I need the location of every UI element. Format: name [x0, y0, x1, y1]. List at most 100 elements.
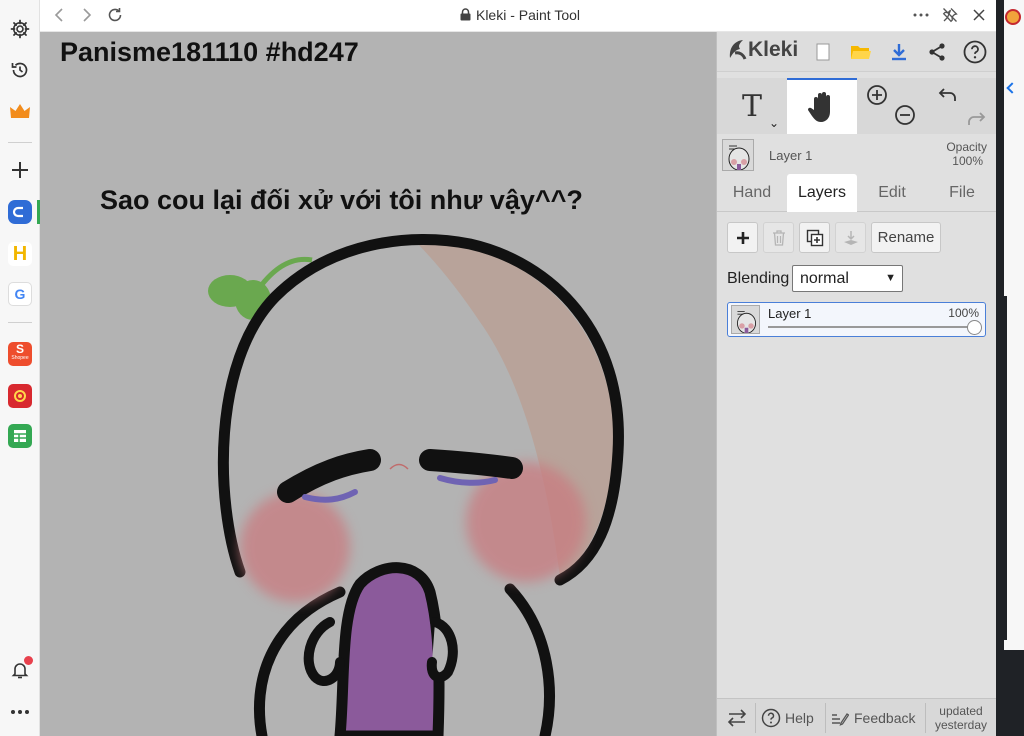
eye-right — [419, 449, 523, 479]
duplicate-icon — [806, 229, 823, 246]
tab-layers[interactable]: Layers — [787, 174, 857, 212]
opacity-value: 100% — [952, 154, 983, 168]
tool-row: T ⌄ — [717, 78, 997, 134]
window-title: Kleki - Paint Tool — [40, 7, 1000, 24]
add-layer-button[interactable] — [727, 222, 758, 253]
panel-footer: Help Feedback updated yesterday — [717, 698, 997, 736]
tab-file[interactable]: File — [927, 174, 997, 212]
sidebar-divider — [8, 322, 32, 323]
opacity-label: Opacity — [946, 140, 987, 154]
duplicate-layer-button[interactable] — [799, 222, 830, 253]
updated-status[interactable]: updated yesterday — [927, 704, 995, 732]
layer-opacity-slider-handle[interactable] — [966, 320, 982, 335]
help-circle-icon[interactable] — [961, 38, 989, 66]
blending-mode-select[interactable]: normal ▼ — [792, 265, 903, 292]
layer-preview-thumbnail[interactable] — [722, 139, 754, 171]
layer-opacity-value: 100% — [948, 306, 979, 320]
help-button[interactable]: Help — [761, 699, 814, 736]
delete-layer-button[interactable] — [763, 222, 794, 253]
layer-thumbnail — [731, 305, 760, 334]
drawing-canvas[interactable]: Panisme181110 #hd247 Sao cou lại đối xử … — [40, 32, 716, 736]
text-tool-icon: T — [741, 88, 762, 124]
more-options-icon[interactable] — [909, 4, 933, 26]
zoom-controls — [862, 82, 922, 130]
tab-edit[interactable]: Edit — [857, 174, 927, 212]
unpin-icon[interactable] — [938, 4, 962, 26]
gear-icon[interactable] — [6, 15, 34, 43]
kleki-logo-icon — [729, 40, 747, 60]
bell-icon[interactable] — [6, 656, 34, 684]
more-icon[interactable] — [6, 698, 34, 726]
merge-layer-button[interactable] — [835, 222, 866, 253]
layer-name: Layer 1 — [768, 306, 812, 321]
redo-icon[interactable] — [965, 106, 987, 128]
purple-object — [334, 562, 445, 736]
google-icon[interactable]: G — [6, 280, 34, 308]
background-window-content — [1004, 0, 1024, 650]
plus-icon[interactable] — [6, 156, 34, 184]
feedback-button[interactable]: Feedback — [831, 699, 915, 736]
app-blue-icon[interactable] — [6, 198, 34, 226]
history-icon[interactable] — [6, 56, 34, 84]
eye-left-shadow — [302, 489, 358, 503]
layer-preview: Layer 1 Opacity 100% — [717, 136, 997, 174]
undo-icon[interactable] — [937, 86, 959, 108]
download-icon[interactable] — [885, 38, 913, 66]
panel-tabs: Hand Layers Edit File — [717, 174, 997, 212]
lock-icon — [460, 8, 471, 24]
background-panel-edge — [1004, 296, 1024, 640]
zoom-in-icon[interactable] — [866, 84, 888, 106]
hand-tool-button[interactable] — [787, 78, 857, 134]
panel-toolbar: Kleki — [717, 32, 997, 72]
rename-layer-button[interactable]: Rename — [871, 222, 941, 253]
app-h-icon[interactable]: H — [6, 240, 34, 268]
new-file-icon[interactable] — [809, 38, 837, 66]
kleki-logo-text: Kleki — [748, 38, 799, 61]
shopee-icon[interactable]: S Shopee — [6, 340, 34, 368]
hand-right — [426, 617, 458, 683]
footer-divider — [825, 703, 826, 733]
chevron-down-icon[interactable]: ⌄ — [769, 116, 779, 130]
text-tool-button[interactable]: T ⌄ — [717, 78, 787, 134]
chevron-left-icon[interactable] — [1006, 82, 1018, 94]
share-icon[interactable] — [923, 38, 951, 66]
swap-side-icon[interactable] — [723, 707, 751, 729]
updated-line-2: yesterday — [934, 718, 988, 732]
open-folder-icon[interactable] — [847, 38, 875, 66]
blush-left — [240, 492, 350, 602]
plus-icon — [736, 231, 749, 244]
sidebar-divider — [8, 142, 32, 143]
hand-icon — [807, 92, 830, 122]
canvas-drawing — [208, 234, 624, 736]
help-icon — [761, 708, 781, 728]
title-bar: Kleki - Paint Tool — [40, 0, 1000, 32]
canvas-title-text: Panisme181110 #hd247 — [60, 37, 359, 67]
kleki-logo[interactable]: Kleki — [726, 38, 798, 62]
chevron-down-icon: ▼ — [885, 272, 896, 284]
blending-label: Blending — [727, 270, 790, 287]
app-red-icon[interactable] — [6, 382, 34, 410]
browser-sidebar: H G S Shopee — [0, 0, 40, 736]
close-icon[interactable] — [967, 4, 991, 26]
eye-left — [277, 449, 381, 503]
blending-mode-value: normal — [800, 270, 849, 287]
kleki-panel: Kleki T ⌄ Layer 1 Opacity 100% Hand Laye… — [716, 32, 997, 736]
window-title-text: Kleki - Paint Tool — [475, 7, 580, 23]
notification-dot — [24, 656, 33, 665]
zoom-out-icon[interactable] — [894, 104, 916, 126]
feedback-label: Feedback — [854, 710, 916, 726]
crown-icon[interactable] — [6, 98, 34, 126]
layer-opacity-slider-track[interactable] — [768, 326, 974, 328]
layer-preview-name: Layer 1 — [769, 148, 813, 163]
trash-icon — [772, 229, 785, 246]
footer-divider — [755, 703, 756, 733]
mouth — [389, 463, 409, 470]
feedback-icon — [832, 713, 849, 726]
tab-hand[interactable]: Hand — [717, 174, 787, 212]
sheets-icon[interactable] — [6, 422, 34, 450]
layer-list-item[interactable]: Layer 1 100% — [727, 302, 986, 337]
footer-divider — [925, 703, 926, 733]
merge-down-icon — [843, 230, 858, 245]
app-badge-icon — [1005, 9, 1021, 25]
help-label: Help — [785, 710, 814, 726]
